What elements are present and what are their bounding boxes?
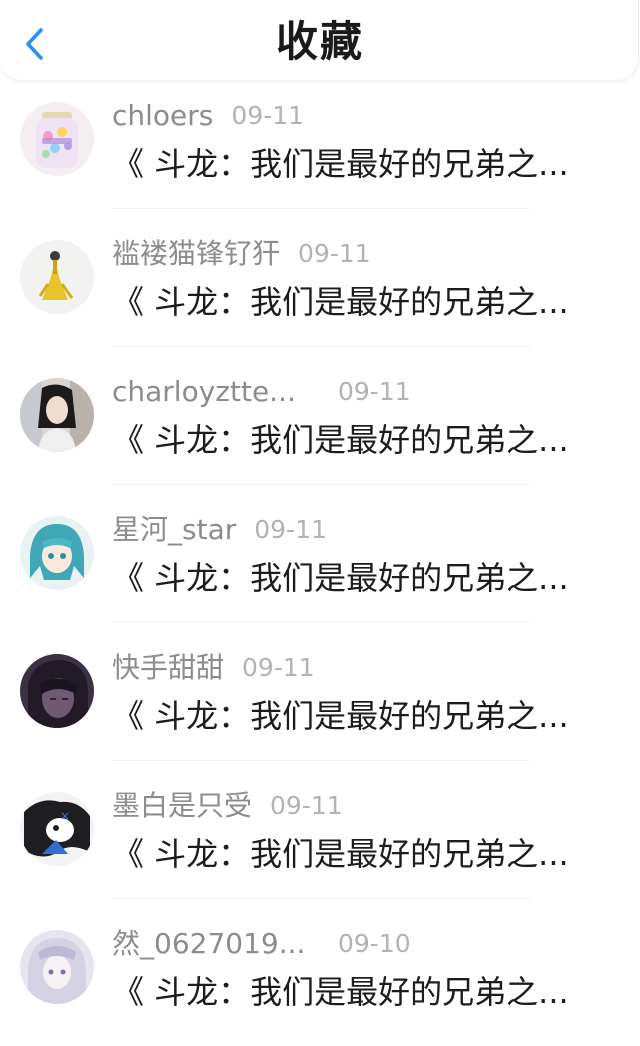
- avatar[interactable]: [20, 654, 94, 728]
- date: 09-10: [338, 929, 411, 958]
- item-title[interactable]: 《 斗龙：我们是最好的兄弟之...: [112, 832, 590, 876]
- date: 09-11: [270, 791, 343, 820]
- date: 09-11: [338, 377, 411, 406]
- username[interactable]: 星河_star: [112, 512, 236, 548]
- username[interactable]: 褴褛猫锋钌犴: [112, 236, 280, 272]
- list-item[interactable]: × 墨白是只受 09-11 《 斗龙：我们是最好的兄弟之...: [0, 770, 640, 908]
- item-meta: charloyztte... 09-11: [112, 374, 411, 410]
- item-meta: 快手甜甜 09-11: [112, 650, 315, 686]
- date: 09-11: [298, 239, 371, 268]
- item-title[interactable]: 《 斗龙：我们是最好的兄弟之...: [112, 694, 590, 738]
- divider: [112, 208, 530, 209]
- avatar[interactable]: [20, 102, 94, 176]
- avatar[interactable]: [20, 240, 94, 314]
- divider: [112, 346, 530, 347]
- divider: [112, 760, 530, 761]
- list-item[interactable]: 星河_star 09-11 《 斗龙：我们是最好的兄弟之...: [0, 494, 640, 632]
- avatar[interactable]: [20, 378, 94, 452]
- username[interactable]: 墨白是只受: [112, 788, 252, 824]
- username[interactable]: 快手甜甜: [112, 650, 224, 686]
- date: 09-11: [242, 653, 315, 682]
- username[interactable]: charloyztte...: [112, 374, 320, 410]
- list-item[interactable]: chloers 09-11 《 斗龙：我们是最好的兄弟之...: [0, 80, 640, 218]
- item-meta: 然_0627019... 09-10: [112, 926, 411, 962]
- avatar[interactable]: [20, 930, 94, 1004]
- top-bar: 收藏: [0, 0, 639, 80]
- avatar[interactable]: ×: [20, 792, 94, 866]
- list-item[interactable]: 然_0627019... 09-10 《 斗龙：我们是最好的兄弟之...: [0, 908, 640, 1046]
- item-meta: 褴褛猫锋钌犴 09-11: [112, 236, 371, 272]
- page-title: 收藏: [275, 17, 364, 66]
- divider: [112, 484, 530, 485]
- date: 09-11: [231, 101, 305, 130]
- divider: [112, 622, 530, 623]
- item-meta: 星河_star 09-11: [112, 512, 327, 548]
- list-item[interactable]: 褴褛猫锋钌犴 09-11 《 斗龙：我们是最好的兄弟之...: [0, 218, 640, 356]
- list-item[interactable]: charloyztte... 09-11 《 斗龙：我们是最好的兄弟之...: [0, 356, 640, 494]
- avatar[interactable]: [20, 516, 94, 590]
- date: 09-11: [254, 515, 327, 544]
- item-title[interactable]: 《 斗龙：我们是最好的兄弟之...: [112, 556, 590, 600]
- item-meta: chloers 09-11: [112, 98, 304, 134]
- item-meta: 墨白是只受 09-11: [112, 788, 343, 824]
- item-title[interactable]: 《 斗龙：我们是最好的兄弟之...: [112, 418, 590, 462]
- divider: [112, 898, 530, 899]
- username[interactable]: chloers: [112, 98, 213, 134]
- item-title[interactable]: 《 斗龙：我们是最好的兄弟之...: [112, 970, 590, 1014]
- username[interactable]: 然_0627019...: [112, 926, 320, 962]
- list-item[interactable]: 快手甜甜 09-11 《 斗龙：我们是最好的兄弟之...: [0, 632, 640, 770]
- svg-text:×: ×: [60, 809, 70, 823]
- item-title[interactable]: 《 斗龙：我们是最好的兄弟之...: [112, 142, 590, 186]
- item-title[interactable]: 《 斗龙：我们是最好的兄弟之...: [112, 280, 590, 324]
